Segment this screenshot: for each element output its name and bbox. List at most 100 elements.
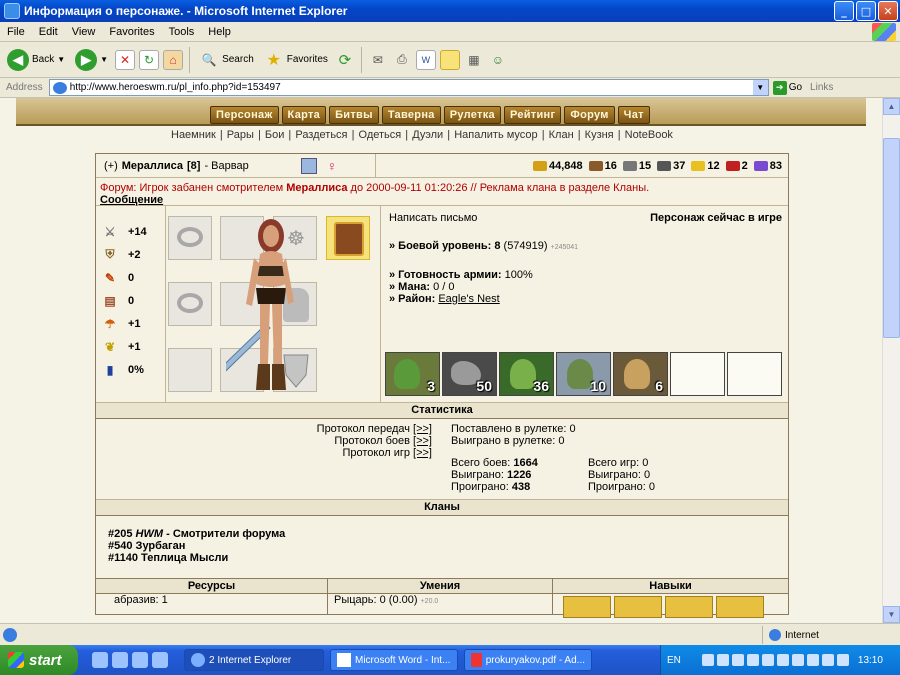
spellbook-slot[interactable] <box>326 216 370 260</box>
maximize-button[interactable]: □ <box>856 1 876 21</box>
language-indicator[interactable]: EN <box>667 655 681 666</box>
search-button[interactable]: 🔍 Search <box>196 48 257 72</box>
minimize-button[interactable]: _ <box>834 1 854 21</box>
tray-icon[interactable] <box>761 654 774 666</box>
start-button[interactable]: start <box>0 645 78 675</box>
links-button[interactable]: Links <box>810 82 833 93</box>
menu-view[interactable]: View <box>65 26 103 38</box>
talent-icon[interactable] <box>614 596 662 618</box>
scroll-down-icon[interactable]: ▼ <box>883 606 900 623</box>
clan-item[interactable]: #205 HWM - Смотрители форума <box>108 528 788 540</box>
menu-file[interactable]: File <box>0 26 32 38</box>
write-letter-link[interactable]: Написать письмо <box>389 212 477 224</box>
subnav-smithy[interactable]: Кузня <box>584 129 615 141</box>
army-slot-goblin-warrior[interactable]: 36 <box>499 352 554 396</box>
talents-row <box>553 594 788 618</box>
subnav-clan[interactable]: Клан <box>548 129 575 141</box>
tray-icon[interactable] <box>806 654 819 666</box>
address-dropdown-icon[interactable]: ▼ <box>752 80 768 95</box>
menu-edit[interactable]: Edit <box>32 26 65 38</box>
nav-forum[interactable]: Форум <box>564 106 615 124</box>
subnav-undress[interactable]: Раздеться <box>294 129 348 141</box>
messenger-icon[interactable]: ☺ <box>488 50 508 70</box>
subnav-trash[interactable]: Напалить мусор <box>453 129 538 141</box>
quicklaunch-icon[interactable] <box>132 652 148 668</box>
talent-icon[interactable] <box>563 596 611 618</box>
tray-icon[interactable] <box>716 654 729 666</box>
page-scrollbar[interactable]: ▲ ▼ <box>882 98 900 623</box>
talent-icon[interactable] <box>665 596 713 618</box>
army-slot-wolf[interactable]: 50 <box>442 352 497 396</box>
subnav-mercenary[interactable]: Наемник <box>170 129 217 141</box>
forward-button[interactable]: ▶ ▼ <box>72 47 111 73</box>
tray-icon[interactable] <box>776 654 789 666</box>
menu-favorites[interactable]: Favorites <box>102 26 161 38</box>
address-bar: Address http://www.heroeswm.ru/pl_info.p… <box>0 78 900 98</box>
stop-icon[interactable]: ✕ <box>115 49 136 70</box>
tray-icon[interactable] <box>821 654 834 666</box>
menu-help[interactable]: Help <box>201 26 238 38</box>
tray-icon[interactable] <box>791 654 804 666</box>
subnav-rares[interactable]: Рары <box>226 129 255 141</box>
close-button[interactable]: ✕ <box>878 1 898 21</box>
go-button[interactable]: ➔ Go <box>772 80 802 95</box>
menu-tools[interactable]: Tools <box>162 26 202 38</box>
clan-item[interactable]: #540 Зурбаган <box>108 540 788 552</box>
subnav-notebook[interactable]: NoteBook <box>624 129 674 141</box>
quicklaunch-icon[interactable] <box>152 652 168 668</box>
ring-slot-2[interactable] <box>168 282 212 326</box>
task-acrobat[interactable]: prokuryakov.pdf - Ad... <box>464 649 592 671</box>
quicklaunch-icon[interactable] <box>112 652 128 668</box>
favorites-button[interactable]: ★ Favorites <box>261 48 331 72</box>
clan-item[interactable]: #1140 Теплица Мысли <box>108 552 788 564</box>
tray-icon[interactable] <box>701 654 714 666</box>
address-input[interactable]: http://www.heroeswm.ru/pl_info.php?id=15… <box>48 79 769 96</box>
nav-chat[interactable]: Чат <box>617 106 650 124</box>
weapon-slot[interactable] <box>168 348 212 392</box>
nav-battles[interactable]: Битвы <box>329 106 379 124</box>
home-icon[interactable]: ⌂ <box>163 49 184 70</box>
nav-rating[interactable]: Рейтинг <box>503 106 562 124</box>
history-icon[interactable]: ⟳ <box>335 50 355 70</box>
quicklaunch-icon[interactable] <box>92 652 108 668</box>
note-icon[interactable] <box>439 49 460 70</box>
subnav-fights[interactable]: Бои <box>264 129 285 141</box>
nav-character[interactable]: Персонаж <box>210 106 279 124</box>
message-link[interactable]: Сообщение <box>100 194 163 206</box>
subnav-dress[interactable]: Одеться <box>358 129 403 141</box>
district-link[interactable]: Eagle's Nest <box>438 293 499 305</box>
tray-icon[interactable] <box>746 654 759 666</box>
army-slot-empty-2[interactable] <box>727 352 782 396</box>
clock[interactable]: 13:10 <box>858 655 883 666</box>
subnav-duels[interactable]: Дуэли <box>411 129 444 141</box>
ring-slot-1[interactable] <box>168 216 212 260</box>
print-icon[interactable]: ⎙ <box>392 50 412 70</box>
window-title: Информация о персонаже. - Microsoft Inte… <box>24 4 348 18</box>
scroll-thumb[interactable] <box>883 138 900 338</box>
page-status-icon <box>3 627 17 642</box>
army-slot-orc[interactable]: 10 <box>556 352 611 396</box>
moderator-name[interactable]: Мераллиса <box>286 182 347 194</box>
mail-icon[interactable]: ✉ <box>368 50 388 70</box>
research-icon[interactable]: ▦ <box>464 50 484 70</box>
task-word[interactable]: Microsoft Word - Int... <box>330 649 458 671</box>
army-slot-bird[interactable]: 6 <box>613 352 668 396</box>
task-internet-explorer[interactable]: 2 Internet Explorer <box>184 649 324 671</box>
army-slot-goblin[interactable]: 3 <box>385 352 440 396</box>
transfers-log-link[interactable]: [>>] <box>413 423 432 435</box>
refresh-icon[interactable]: ↻ <box>139 49 160 70</box>
talent-icon[interactable] <box>716 596 764 618</box>
tray-icon[interactable] <box>836 654 849 666</box>
scroll-up-icon[interactable]: ▲ <box>883 98 900 115</box>
nav-roulette[interactable]: Рулетка <box>443 106 501 124</box>
nav-map[interactable]: Карта <box>281 106 327 124</box>
battles-log-link[interactable]: [>>] <box>413 435 432 447</box>
tray-icon[interactable] <box>731 654 744 666</box>
nav-tavern[interactable]: Таверна <box>381 106 441 124</box>
profile-card-icon[interactable] <box>300 157 317 174</box>
back-button[interactable]: ◀ Back ▼ <box>4 47 68 73</box>
games-log-link[interactable]: [>>] <box>413 447 432 459</box>
army-slot-empty-1[interactable] <box>670 352 725 396</box>
edit-word-icon[interactable]: W <box>415 49 436 70</box>
stat-defense: ⛨ +2 <box>96 243 165 266</box>
